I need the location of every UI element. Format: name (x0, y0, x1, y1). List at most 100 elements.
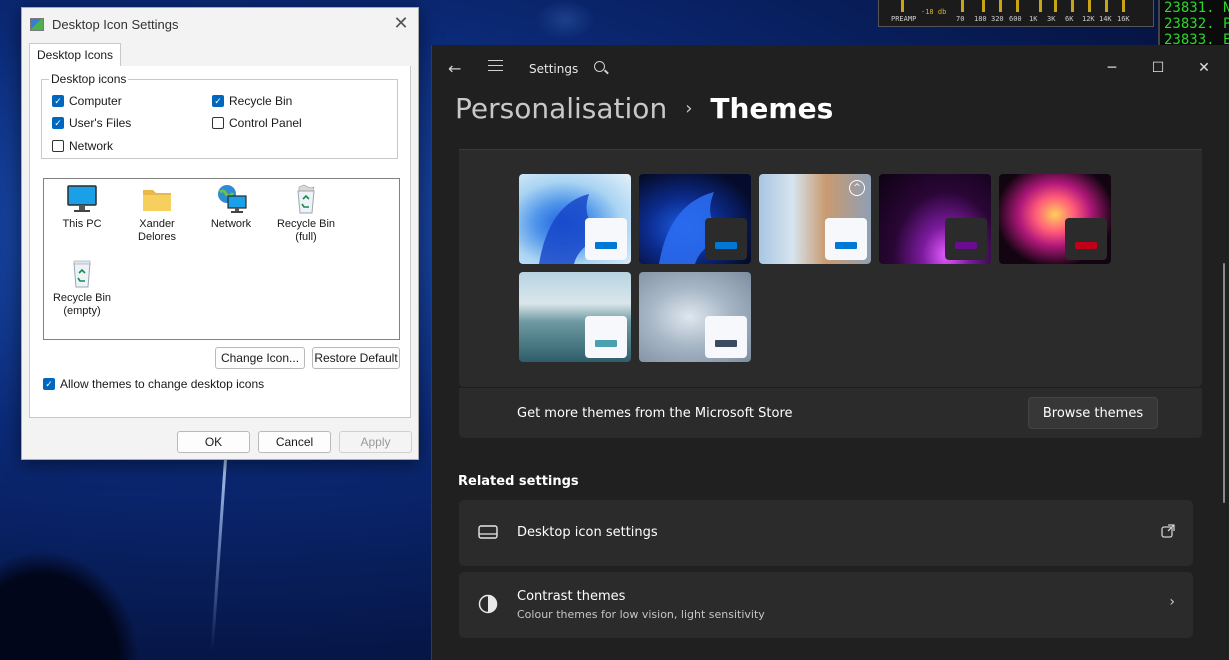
back-arrow-icon[interactable]: ← (448, 59, 461, 78)
check-icon[interactable]: ✓ (52, 95, 64, 107)
checkbox-recycle-bin[interactable]: ✓ Recycle Bin (212, 94, 292, 108)
accent-swatch (835, 242, 857, 249)
eq-preamp-slider[interactable] (901, 0, 904, 12)
icon-item-recycle-bin-empty[interactable]: Recycle Bin (empty) (46, 257, 118, 318)
hamburger-menu-icon[interactable] (488, 60, 503, 71)
ok-button[interactable]: OK (177, 431, 250, 453)
contrast-icon (478, 594, 498, 617)
icon-item-network[interactable]: Network (195, 183, 267, 231)
store-text: Get more themes from the Microsoft Store (517, 406, 793, 421)
icon-item-recycle-bin-full[interactable]: Recycle Bin (full) (270, 183, 342, 244)
page-title: Themes (710, 92, 834, 125)
check-icon[interactable]: ✓ (52, 117, 64, 129)
eq-band-label: 320 (991, 15, 1004, 23)
breadcrumb-parent[interactable]: Personalisation (455, 92, 667, 125)
checkbox-users-files[interactable]: ✓ User's Files (52, 116, 131, 130)
eq-slider[interactable] (1039, 0, 1042, 12)
theme-accent-chip (825, 218, 867, 260)
icon-item-label: Network (210, 218, 252, 230)
checkbox-box[interactable] (212, 117, 224, 129)
icon-item-label: Xander Delores (138, 218, 176, 243)
accent-swatch (715, 340, 737, 347)
accent-swatch (1075, 242, 1097, 249)
settings-app-icon (30, 17, 44, 31)
check-icon[interactable]: ✓ (43, 378, 55, 390)
eq-db-label: -18 db (921, 8, 947, 16)
browse-themes-button[interactable]: Browse themes (1028, 397, 1158, 429)
console-line: 23831. N (1164, 0, 1229, 16)
monitor-icon (478, 524, 498, 543)
icon-item-this-pc[interactable]: This PC (46, 183, 118, 231)
dialog-titlebar: Desktop Icon Settings (30, 14, 178, 34)
theme-flow[interactable] (519, 272, 631, 362)
settings-window: ← Settings ─ ☐ ✕ Personalisation › Theme… (431, 45, 1229, 660)
eq-band-label: 6K (1065, 15, 1074, 23)
eq-band-label: 3K (1047, 15, 1056, 23)
spotlight-icon: ^ (849, 180, 865, 196)
apply-button[interactable]: Apply (339, 431, 412, 453)
checkbox-control-panel[interactable]: Control Panel (212, 116, 302, 130)
theme-spotlight[interactable]: ^ (759, 174, 871, 264)
theme-windows-dark[interactable] (639, 174, 751, 264)
row-title: Desktop icon settings (517, 525, 658, 540)
icon-list-view[interactable]: This PC Xander Delores Network Recycle B… (43, 178, 400, 340)
theme-accent-chip (705, 316, 747, 358)
eq-slider[interactable] (1054, 0, 1057, 12)
theme-glow[interactable] (879, 174, 991, 264)
checkbox-computer[interactable]: ✓ Computer (52, 94, 122, 108)
eq-band-label: 12K (1082, 15, 1095, 23)
contrast-themes-row[interactable]: Contrast themes Colour themes for low vi… (459, 572, 1193, 638)
eq-band-label: 16K (1117, 15, 1130, 23)
recycle-bin-full-icon (289, 183, 323, 215)
themes-card: ^ (459, 149, 1202, 388)
network-icon (214, 183, 248, 215)
settings-content[interactable]: ^ Get more themes from the Microsoft Sto… (432, 145, 1229, 660)
desktop-icon-settings-row[interactable]: Desktop icon settings (459, 500, 1193, 566)
group-label: Desktop icons (49, 72, 129, 86)
checkbox-label: Computer (69, 94, 122, 108)
close-icon[interactable]: ✕ (390, 12, 412, 34)
desktop-wallpaper-detail (535, 0, 595, 40)
checkbox-box[interactable] (52, 140, 64, 152)
console-line: 23832. P (1164, 16, 1229, 32)
scrollbar[interactable] (1223, 263, 1225, 503)
icon-item-user-folder[interactable]: Xander Delores (121, 183, 193, 244)
icon-item-label: Recycle Bin (empty) (52, 292, 112, 317)
search-icon[interactable] (594, 61, 605, 72)
eq-slider[interactable] (1122, 0, 1125, 12)
cancel-button[interactable]: Cancel (258, 431, 331, 453)
eq-slider[interactable] (1016, 0, 1019, 12)
store-row: Get more themes from the Microsoft Store… (459, 388, 1202, 438)
tab-strip: Desktop Icons (29, 43, 411, 67)
eq-slider[interactable] (961, 0, 964, 12)
tab-desktop-icons[interactable]: Desktop Icons (29, 43, 122, 67)
theme-sunrise[interactable] (639, 272, 751, 362)
eq-slider[interactable] (1105, 0, 1108, 12)
eq-slider[interactable] (999, 0, 1002, 12)
eq-slider[interactable] (1071, 0, 1074, 12)
folder-icon (140, 183, 174, 215)
monitor-icon (65, 183, 99, 215)
theme-windows-light[interactable] (519, 174, 631, 264)
check-icon[interactable]: ✓ (212, 95, 224, 107)
eq-preamp-label: PREAMP (891, 15, 917, 23)
close-icon[interactable]: ✕ (1184, 53, 1224, 83)
equalizer-widget: PREAMP -18 db 70 180 320 600 1K 3K 6K 12… (878, 0, 1154, 27)
checkbox-allow-themes[interactable]: ✓ Allow themes to change desktop icons (43, 377, 264, 391)
console-window: 23831. N 23832. P 23833. E (1158, 0, 1229, 48)
change-icon-button[interactable]: Change Icon... (215, 347, 305, 369)
restore-default-button[interactable]: Restore Default (312, 347, 400, 369)
theme-captured-motion[interactable] (999, 174, 1111, 264)
chevron-right-icon: › (1169, 594, 1175, 610)
row-title: Contrast themes (517, 589, 626, 604)
minimize-icon[interactable]: ─ (1092, 53, 1132, 83)
accent-swatch (595, 242, 617, 249)
chevron-right-icon: › (685, 98, 693, 119)
eq-slider[interactable] (1088, 0, 1091, 12)
divider (459, 149, 1202, 150)
eq-slider[interactable] (982, 0, 985, 12)
theme-accent-chip (1065, 218, 1107, 260)
maximize-icon[interactable]: ☐ (1138, 53, 1178, 83)
checkbox-network[interactable]: Network (52, 139, 113, 153)
eq-band-label: 600 (1009, 15, 1022, 23)
